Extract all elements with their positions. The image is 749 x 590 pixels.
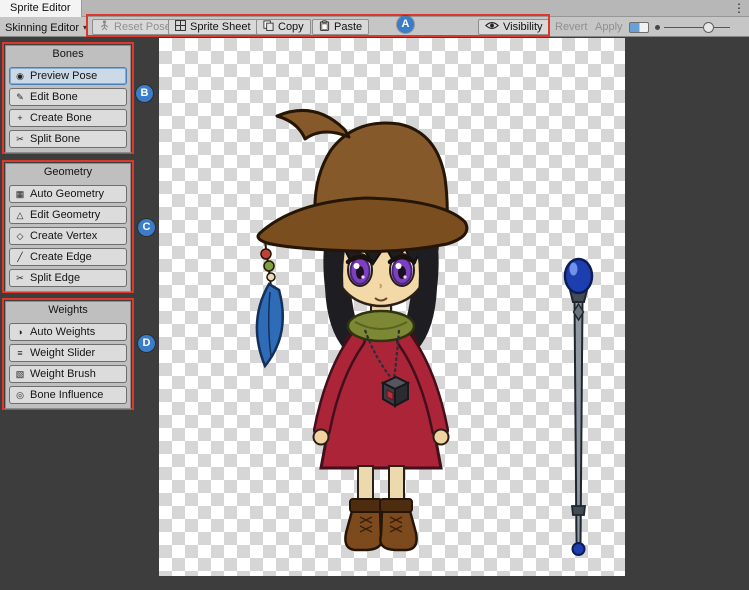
sprite-sheet-icon: [175, 20, 186, 34]
edit-geometry-icon: △: [14, 211, 26, 220]
staff-prop: [565, 259, 592, 555]
create-edge-button[interactable]: ╱ Create Edge: [9, 248, 127, 266]
split-edge-icon: ✂: [14, 274, 26, 283]
scarf: [348, 311, 414, 341]
tab-sprite-editor[interactable]: Sprite Editor: [0, 0, 82, 17]
paste-label: Paste: [334, 21, 362, 33]
tab-strip: Sprite Editor ⋮: [0, 0, 749, 17]
weight-brush-icon: ▧: [14, 370, 26, 379]
geometry-panel-body: ▦ Auto Geometry △ Edit Geometry ◇ Create…: [6, 181, 130, 291]
annotation-badge-b: B: [136, 85, 153, 102]
annotation-badge-c: C: [138, 219, 155, 236]
geometry-panel: Geometry ▦ Auto Geometry △ Edit Geometry…: [5, 163, 131, 292]
sprite-sheet-label: Sprite Sheet: [190, 21, 251, 33]
weights-panel-body: ◑ Auto Weights ≡ Weight Slider ▧ Weight …: [6, 319, 130, 408]
auto-weights-button[interactable]: ◑ Auto Weights: [9, 323, 127, 341]
visibility-label: Visibility: [503, 21, 543, 33]
create-edge-label: Create Edge: [30, 251, 92, 263]
auto-geometry-icon: ▦: [14, 190, 26, 199]
copy-icon: [263, 20, 274, 34]
zoom-slider-dot-icon: [655, 25, 660, 30]
create-edge-icon: ╱: [14, 253, 26, 262]
zoom-slider[interactable]: [655, 21, 731, 34]
weights-panel-title: Weights: [6, 302, 130, 319]
edit-bone-icon: ✎: [14, 93, 26, 102]
chibi-character: [257, 110, 467, 550]
staff-orb: [565, 259, 592, 293]
auto-weights-label: Auto Weights: [30, 326, 95, 338]
bone-influence-label: Bone Influence: [30, 389, 103, 401]
sprite-sheet-button[interactable]: Sprite Sheet: [168, 19, 258, 35]
auto-weights-icon: ◑: [14, 328, 26, 337]
toolbar: Skinning Editor ▾ Reset Pose Sprite Shee…: [0, 17, 749, 37]
create-bone-icon: +: [14, 114, 26, 123]
zoom-slider-knob[interactable]: [703, 22, 714, 33]
apply-button[interactable]: Apply: [591, 19, 627, 35]
copy-label: Copy: [278, 21, 304, 33]
character-boots: [345, 499, 416, 550]
preview-pose-icon: ◉: [14, 72, 26, 81]
preview-pose-label: Preview Pose: [30, 70, 97, 82]
paste-icon: [319, 20, 330, 34]
zoom-slider-track[interactable]: [664, 27, 730, 28]
bone-influence-icon: ◎: [14, 391, 26, 400]
skinning-editor-dropdown[interactable]: Skinning Editor ▾: [5, 20, 87, 35]
character-hat: [258, 110, 467, 251]
bones-panel-title: Bones: [6, 46, 130, 63]
weight-slider-icon: ≡: [14, 349, 26, 358]
edit-geometry-button[interactable]: △ Edit Geometry: [9, 206, 127, 224]
create-vertex-icon: ◇: [14, 232, 26, 241]
chevron-down-icon: ▾: [83, 23, 87, 32]
weights-panel: Weights ◑ Auto Weights ≡ Weight Slider ▧…: [5, 301, 131, 409]
split-edge-label: Split Edge: [30, 272, 80, 284]
visibility-button[interactable]: Visibility: [478, 19, 550, 35]
split-bone-icon: ✂: [14, 135, 26, 144]
revert-label: Revert: [555, 21, 587, 33]
split-bone-label: Split Bone: [30, 133, 80, 145]
annotation-badge-a: A: [397, 16, 414, 33]
hat-brim: [258, 198, 467, 251]
edit-bone-label: Edit Bone: [30, 91, 78, 103]
bones-panel: Bones ◉ Preview Pose ✎ Edit Bone + Creat…: [5, 45, 131, 153]
bones-panel-body: ◉ Preview Pose ✎ Edit Bone + Create Bone…: [6, 63, 130, 152]
split-bone-button[interactable]: ✂ Split Bone: [9, 130, 127, 148]
sprite-artwork: [159, 38, 625, 576]
sprite-canvas[interactable]: [159, 38, 625, 576]
create-bone-button[interactable]: + Create Bone: [9, 109, 127, 127]
window-menu-icon[interactable]: ⋮: [732, 0, 746, 17]
annotation-badge-d: D: [138, 335, 155, 352]
hat-feather-charm: [257, 241, 283, 366]
auto-geometry-label: Auto Geometry: [30, 188, 104, 200]
bone-influence-button[interactable]: ◎ Bone Influence: [9, 386, 127, 404]
weight-slider-label: Weight Slider: [30, 347, 95, 359]
paste-button[interactable]: Paste: [312, 19, 369, 35]
weight-brush-label: Weight Brush: [30, 368, 96, 380]
revert-button[interactable]: Revert: [551, 19, 591, 35]
edit-bone-button[interactable]: ✎ Edit Bone: [9, 88, 127, 106]
apply-label: Apply: [595, 21, 623, 33]
reset-pose-button[interactable]: Reset Pose: [92, 19, 178, 35]
tab-label: Sprite Editor: [10, 2, 71, 14]
weight-slider-button[interactable]: ≡ Weight Slider: [9, 344, 127, 362]
preview-pose-button[interactable]: ◉ Preview Pose: [9, 67, 127, 85]
mode-label: Skinning Editor: [5, 22, 79, 34]
copy-button[interactable]: Copy: [256, 19, 311, 35]
create-bone-label: Create Bone: [30, 112, 92, 124]
geometry-panel-title: Geometry: [6, 164, 130, 181]
texture-preview-toggle[interactable]: [629, 22, 649, 33]
edit-geometry-label: Edit Geometry: [30, 209, 100, 221]
split-edge-button[interactable]: ✂ Split Edge: [9, 269, 127, 287]
reset-pose-label: Reset Pose: [114, 21, 171, 33]
create-vertex-button[interactable]: ◇ Create Vertex: [9, 227, 127, 245]
weight-brush-button[interactable]: ▧ Weight Brush: [9, 365, 127, 383]
create-vertex-label: Create Vertex: [30, 230, 97, 242]
reset-pose-icon: [99, 20, 110, 34]
visibility-eye-icon: [485, 21, 499, 33]
auto-geometry-button[interactable]: ▦ Auto Geometry: [9, 185, 127, 203]
